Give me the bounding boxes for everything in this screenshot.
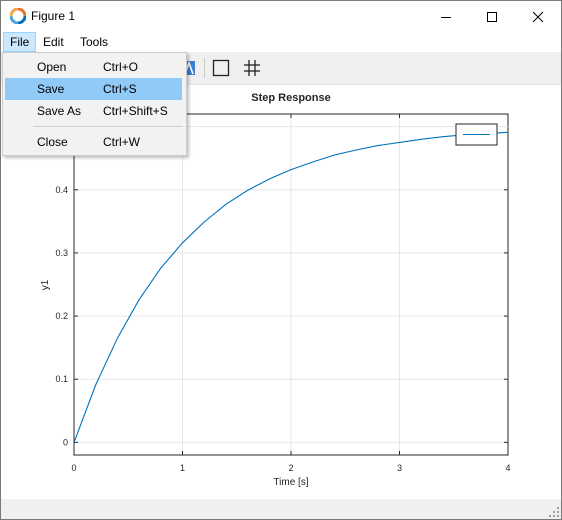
box-button[interactable] [210,57,232,79]
close-button[interactable] [515,1,561,32]
menu-item-save[interactable]: Save Ctrl+S [5,78,182,100]
chart-title: Step Response [251,92,330,104]
menu-edit[interactable]: Edit [37,32,70,52]
x-tick-label: 3 [397,463,402,473]
maximize-icon [487,11,497,22]
menu-file[interactable]: File [3,32,36,52]
figure-window: Figure 1 File Edit Tools Step Response 0… [0,0,562,520]
x-tick-label: 1 [180,463,185,473]
x-tick-label: 0 [71,463,76,473]
box-icon [212,59,230,77]
menu-bar: File Edit Tools [1,32,561,52]
y-axis-label: y1 [40,279,51,290]
menu-separator [33,126,183,127]
x-tick-label: 2 [288,463,293,473]
menu-item-label: Save [37,82,65,96]
window-title: Figure 1 [31,9,76,23]
file-menu-dropdown: Open Ctrl+O Save Ctrl+S Save As Ctrl+Shi… [2,52,187,156]
y-tick-label: 0.2 [55,311,68,321]
status-bar [1,499,561,519]
menu-item-shortcut: Ctrl+Shift+S [103,104,168,118]
menu-item-shortcut: Ctrl+W [103,135,140,149]
x-axis-label: Time [s] [273,477,308,488]
menu-item-open[interactable]: Open Ctrl+O [5,56,182,78]
menu-item-label: Close [37,135,68,149]
menu-item-close[interactable]: Close Ctrl+W [5,131,182,153]
y-tick-label: 0.4 [55,185,68,195]
menu-tools[interactable]: Tools [74,32,114,52]
app-logo-icon [10,8,26,24]
menu-item-shortcut: Ctrl+O [103,60,139,74]
menu-item-label: Open [37,60,67,74]
close-icon [532,11,544,22]
y-tick-label: 0.1 [55,374,68,384]
y-tick-label: 0 [63,437,68,447]
menu-item-save-as[interactable]: Save As Ctrl+Shift+S [5,100,182,122]
y-tick-label: 0.3 [55,248,68,258]
resize-grip-icon[interactable] [549,507,559,517]
title-bar: Figure 1 [1,1,561,32]
legend [455,123,498,146]
menu-item-label: Save As [37,104,82,118]
grid-icon [244,60,260,76]
menu-item-shortcut: Ctrl+S [103,82,137,96]
maximize-button[interactable] [469,1,515,32]
x-tick-label: 4 [505,463,510,473]
minimize-icon [441,16,451,18]
toolbar-separator [204,58,205,78]
minimize-button[interactable] [423,1,469,32]
grid-button[interactable] [241,57,263,79]
